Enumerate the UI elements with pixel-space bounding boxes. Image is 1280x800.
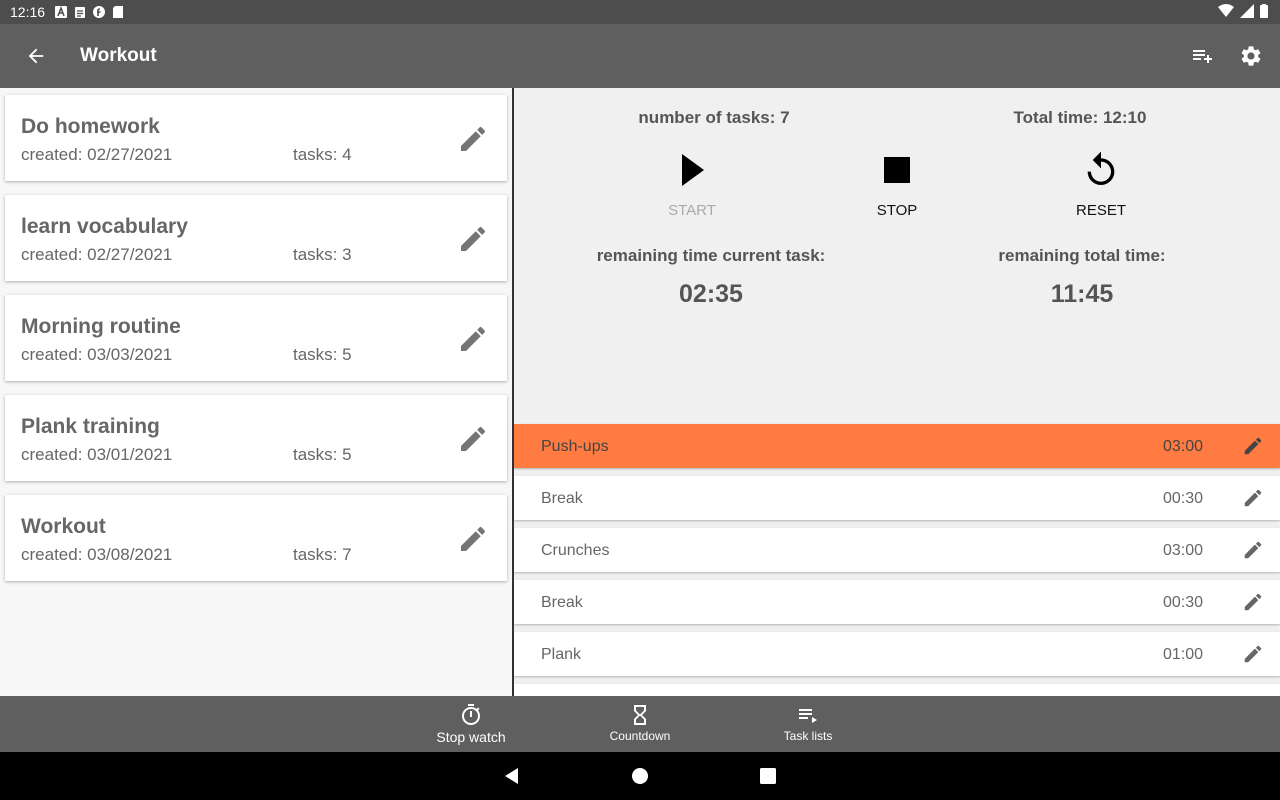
pencil-icon[interactable] [457,123,489,155]
task-row-partial[interactable] [514,684,1280,696]
signal-icon [1240,4,1254,18]
task-list-name: Morning routine [21,315,181,338]
stop-button[interactable]: STOP [837,150,957,219]
task-name: Break [541,490,583,507]
app-bar-actions [1190,24,1264,88]
task-name: Crunches [541,542,610,559]
back-button[interactable] [0,24,72,88]
task-list-count: tasks: 3 [293,245,352,264]
clipboard-notification-icon [75,7,86,18]
task-duration: 00:30 [1162,490,1203,507]
task-row-active[interactable]: Push-ups 03:00 [514,424,1280,468]
gear-icon [1241,46,1261,66]
task-list-created: created: 03/08/2021 [21,545,173,564]
remaining-total-label: remaining total time: [998,246,1166,265]
task-row[interactable]: Break 00:30 [514,580,1280,624]
task-row[interactable]: Break 00:30 [514,476,1280,520]
nav-countdown[interactable]: Countdown [570,696,710,752]
task-list-card[interactable]: learn vocabulary created: 02/27/2021 tas… [5,195,507,281]
start-label: START [668,202,716,219]
total-time: Total time: 12:10 [1013,108,1147,127]
bottom-navigation: Stop watch Countdown Task lists [0,696,1280,752]
task-list-count: tasks: 7 [293,545,352,564]
remaining-total-value: 11:45 [1050,280,1114,308]
task-list-card[interactable]: Workout created: 03/08/2021 tasks: 7 [5,495,507,581]
task-row[interactable]: Plank 01:00 [514,632,1280,676]
status-time: 12:16 [10,4,46,20]
pencil-icon[interactable] [457,523,489,555]
settings-button[interactable] [1238,43,1264,69]
stopwatch-icon [462,704,480,725]
task-list-card[interactable]: Do homework created: 02/27/2021 tasks: 4 [5,95,507,181]
task-duration: 00:30 [1162,594,1203,611]
task-duration: 01:00 [1162,646,1203,663]
back-triangle-icon[interactable] [500,764,524,788]
pencil-icon[interactable] [1242,487,1264,509]
reset-button[interactable]: RESET [1041,150,1161,219]
task-row[interactable]: Crunches 03:00 [514,528,1280,572]
f-notification-icon [93,6,106,18]
task-list-name: Plank training [21,415,160,438]
timer-pane: number of tasks: 7 Total time: 12:10 STA… [514,88,1280,696]
task-list-card[interactable]: Plank training created: 03/01/2021 tasks… [5,395,507,481]
task-list-count: tasks: 5 [293,445,352,464]
arrow-back-icon [28,48,44,64]
task-list-created: created: 03/01/2021 [21,445,173,464]
pencil-icon[interactable] [1242,643,1264,665]
reset-icon [1087,151,1115,185]
reset-label: RESET [1075,202,1126,219]
task-list-name: learn vocabulary [21,215,188,238]
app-notification-icon [55,6,68,18]
task-list-created: created: 02/27/2021 [21,145,173,164]
playlist-play-icon [799,709,817,723]
task-list-count: tasks: 5 [293,345,352,364]
start-button[interactable]: START [632,150,752,219]
add-to-list-button[interactable] [1190,43,1216,69]
number-of-tasks: number of tasks: 7 [638,108,790,127]
task-list-name: Do homework [21,115,160,138]
app-bar: Workout [0,24,1280,88]
system-navigation-bar [0,752,1280,800]
stop-icon [884,157,910,183]
stop-label: STOP [876,202,918,219]
task-duration: 03:00 [1162,542,1203,559]
page-title: Workout [80,45,157,66]
task-list-created: created: 03/03/2021 [21,345,173,364]
task-list-count: tasks: 4 [293,145,352,164]
nav-task-lists[interactable]: Task lists [738,696,878,752]
play-icon [682,154,704,186]
remaining-current-value: 02:35 [679,280,743,308]
pencil-icon[interactable] [1242,435,1264,457]
task-lists-pane: Do homework created: 02/27/2021 tasks: 4… [0,88,512,696]
status-icons [1218,4,1268,18]
task-name: Break [541,594,583,611]
task-list-created: created: 02/27/2021 [21,245,173,264]
recents-square-icon[interactable] [756,764,780,788]
pencil-icon[interactable] [457,423,489,455]
task-name: Plank [541,646,582,663]
remaining-current-label: remaining time current task: [596,246,826,265]
sd-card-notification-icon [113,6,124,18]
task-name: Push-ups [541,438,609,455]
status-bar: 12:16 [0,0,1280,24]
battery-icon [1260,4,1268,18]
hourglass-icon [634,705,646,725]
nav-countdown-label: Countdown [609,729,671,743]
task-list-name: Workout [21,515,106,538]
wifi-icon [1218,4,1234,17]
pencil-icon[interactable] [457,323,489,355]
pencil-icon[interactable] [1242,591,1264,613]
nav-stopwatch[interactable]: Stop watch [401,696,541,752]
pencil-icon[interactable] [1242,539,1264,561]
task-list-card[interactable]: Morning routine created: 03/03/2021 task… [5,295,507,381]
task-duration: 03:00 [1162,438,1203,455]
nav-task-lists-label: Task lists [783,729,833,743]
nav-stopwatch-label: Stop watch [436,729,506,745]
pencil-icon[interactable] [457,223,489,255]
home-circle-icon[interactable] [628,764,652,788]
playlist-add-icon [1193,50,1212,63]
